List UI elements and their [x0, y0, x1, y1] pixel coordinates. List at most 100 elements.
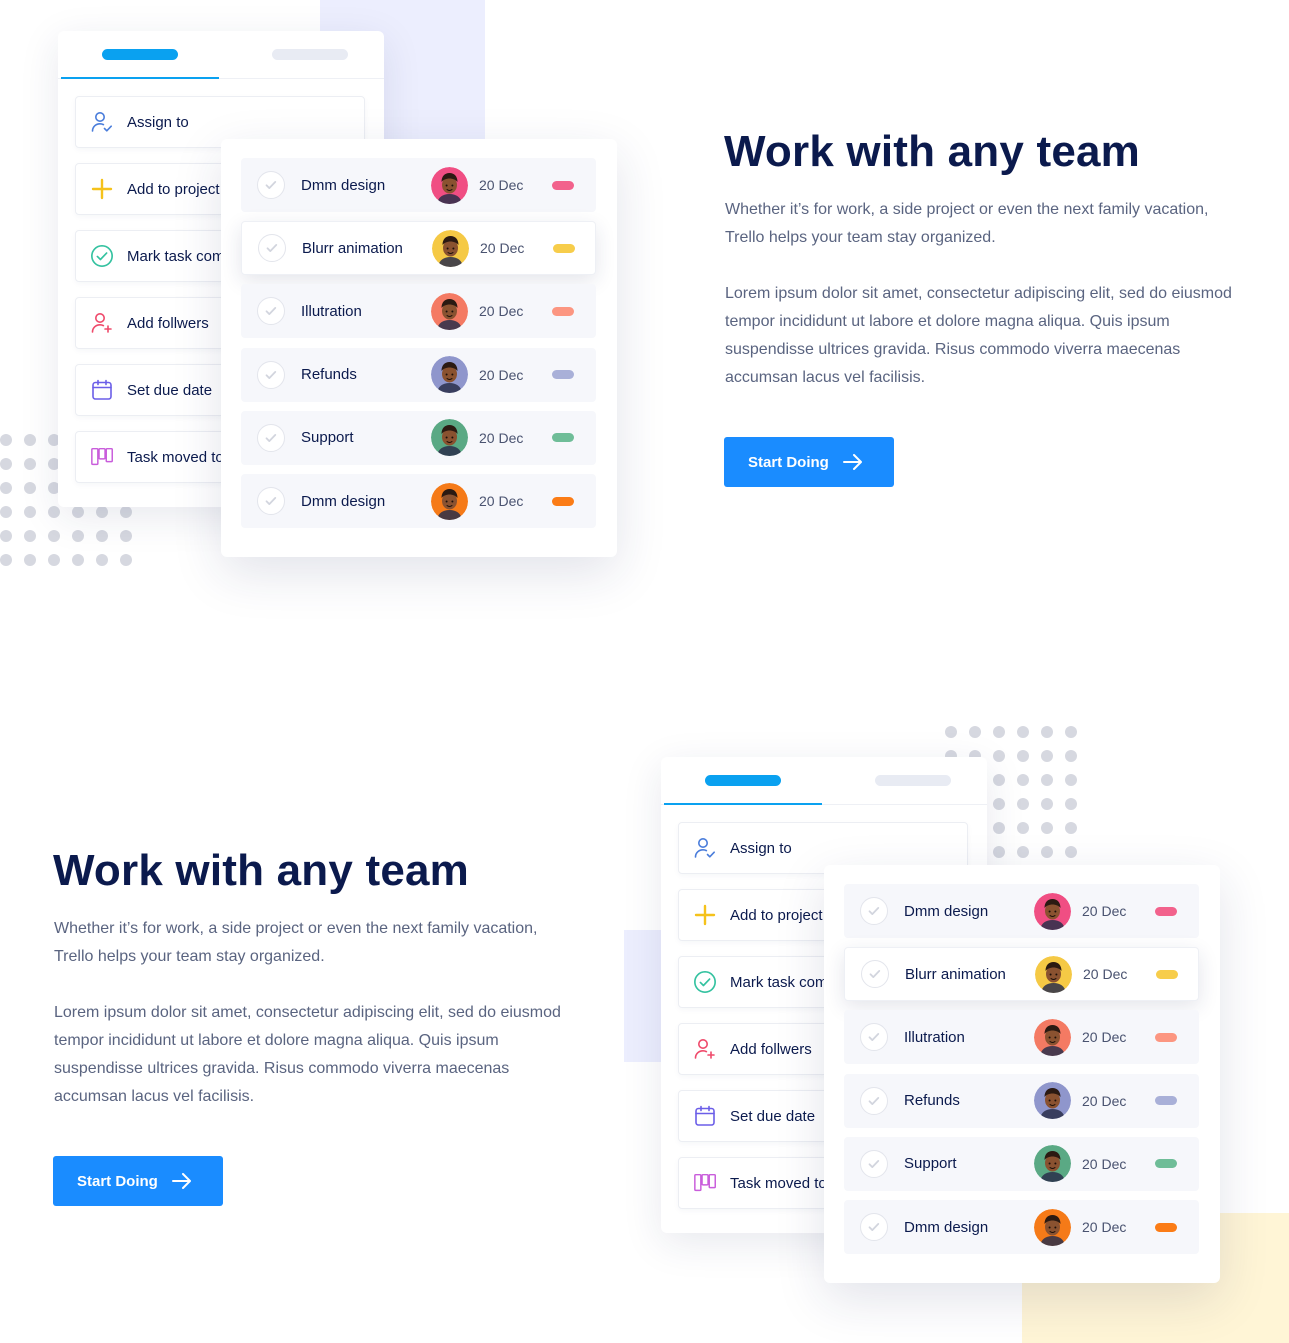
decorative-dot [1017, 750, 1029, 762]
task-row[interactable]: Refunds 20 Dec [844, 1073, 1199, 1128]
action-label: Add follwers [127, 314, 209, 332]
tab-inactive[interactable] [875, 775, 951, 786]
task-date: 20 Dec [479, 303, 524, 320]
avatar [1034, 1082, 1071, 1120]
action-label: Set due date [730, 1107, 816, 1125]
task-date: 20 Dec [1082, 1219, 1127, 1235]
decorative-dot [993, 846, 1005, 858]
task-checkbox[interactable] [861, 960, 889, 989]
tasks-card: Dmm design 20 Dec Blurr animation 20 Dec Ill… [824, 865, 1220, 1283]
task-date: 20 Dec [479, 493, 524, 509]
task-checkbox[interactable] [257, 423, 285, 452]
user-check-icon [90, 110, 114, 134]
decorative-dot [0, 482, 12, 494]
decorative-dot [1041, 822, 1053, 834]
action-label: Set due date [127, 381, 213, 399]
task-row[interactable]: Refunds 20 Dec [241, 347, 596, 402]
plus-icon [693, 903, 717, 927]
decorative-dot [1017, 822, 1029, 834]
arrow-right-icon [171, 1173, 191, 1189]
task-status-tag [1155, 1159, 1177, 1169]
user-check-icon [693, 836, 717, 860]
task-row[interactable]: Dmm design 20 Dec [241, 158, 596, 212]
task-checkbox[interactable] [257, 171, 285, 199]
decorative-dot [1017, 846, 1029, 858]
start-doing-button-label: Start Doing [77, 1172, 158, 1190]
task-date: 20 Dec [479, 366, 524, 383]
action-label: Add to project [730, 906, 823, 924]
user-plus-icon [90, 311, 114, 335]
task-row[interactable]: Support 20 Dec [844, 1136, 1199, 1191]
action-label: Add follwers [730, 1040, 812, 1058]
avatar [1034, 1145, 1071, 1183]
decorative-dot [120, 506, 132, 518]
decorative-dot [993, 774, 1005, 786]
section-body: Lorem ipsum dolor sit amet, consectetur … [725, 285, 1232, 386]
task-name: Dmm design [904, 902, 989, 920]
task-row[interactable]: Dmm design 20 Dec [844, 1200, 1199, 1254]
task-status-tag [1155, 1222, 1177, 1232]
tab-active[interactable] [102, 49, 178, 60]
action-label: Task moved to [127, 448, 224, 466]
check-circle-icon [693, 970, 717, 994]
task-row[interactable]: Blurr animation 20 Dec [844, 947, 1199, 1002]
task-date: 20 Dec [480, 240, 525, 257]
action-label: Assign to [127, 113, 189, 131]
decorative-dot [1017, 726, 1029, 738]
decorative-dot [969, 726, 981, 738]
decorative-dot [24, 434, 36, 446]
task-checkbox[interactable] [860, 1213, 888, 1241]
decorative-dot [24, 458, 36, 470]
task-name: Dmm design [301, 176, 386, 194]
decorative-dot [1041, 750, 1053, 762]
decorative-dot [48, 506, 60, 518]
task-name: Blurr animation [302, 239, 403, 257]
start-doing-button[interactable]: Start Doing [53, 1156, 223, 1206]
task-checkbox[interactable] [860, 1086, 888, 1115]
tasks-card: Dmm design 20 Dec Blurr animation 20 Dec Ill… [221, 139, 617, 557]
tab-inactive[interactable] [272, 49, 348, 60]
task-checkbox[interactable] [257, 297, 285, 326]
board-icon [693, 1171, 717, 1195]
task-checkbox[interactable] [860, 1023, 888, 1052]
task-row[interactable]: Blurr animation 20 Dec [241, 221, 596, 276]
task-checkbox[interactable] [258, 234, 286, 263]
decorative-dot [1041, 726, 1053, 738]
start-doing-button[interactable]: Start Doing [724, 437, 894, 487]
decorative-dot [1017, 774, 1029, 786]
decorative-dot [24, 530, 36, 542]
avatar [431, 292, 468, 330]
task-checkbox[interactable] [257, 487, 285, 515]
decorative-dot [120, 530, 132, 542]
decorative-dot [24, 506, 36, 518]
task-name: Support [904, 1155, 957, 1173]
task-name: Dmm design [301, 492, 386, 510]
tab-bar [58, 31, 384, 79]
decorative-dot [24, 482, 36, 494]
task-date: 20 Dec [479, 177, 524, 193]
decorative-dot [1017, 798, 1029, 810]
task-name: Refunds [904, 1092, 960, 1110]
section-heading: Work with any team [53, 846, 469, 895]
task-checkbox[interactable] [860, 897, 888, 925]
avatar [431, 482, 468, 520]
calendar-icon [693, 1104, 717, 1128]
task-status-tag [1155, 906, 1177, 916]
task-checkbox[interactable] [257, 360, 285, 389]
task-row[interactable]: Dmm design 20 Dec [241, 474, 596, 528]
decorative-dot [120, 554, 132, 566]
task-checkbox[interactable] [860, 1149, 888, 1178]
avatar [1034, 892, 1071, 930]
task-row[interactable]: Dmm design 20 Dec [844, 884, 1199, 938]
task-row[interactable]: Illutration 20 Dec [844, 1010, 1199, 1065]
task-row[interactable]: Illutration 20 Dec [241, 284, 596, 339]
start-doing-button-label: Start Doing [748, 453, 829, 471]
decorative-dot [1065, 798, 1077, 810]
task-row[interactable]: Support 20 Dec [241, 410, 596, 465]
decorative-dot [96, 530, 108, 542]
tab-underline [664, 803, 822, 805]
check-circle-icon [90, 244, 114, 268]
task-status-tag [1156, 969, 1178, 979]
decorative-dot [72, 554, 84, 566]
tab-active[interactable] [705, 775, 781, 786]
